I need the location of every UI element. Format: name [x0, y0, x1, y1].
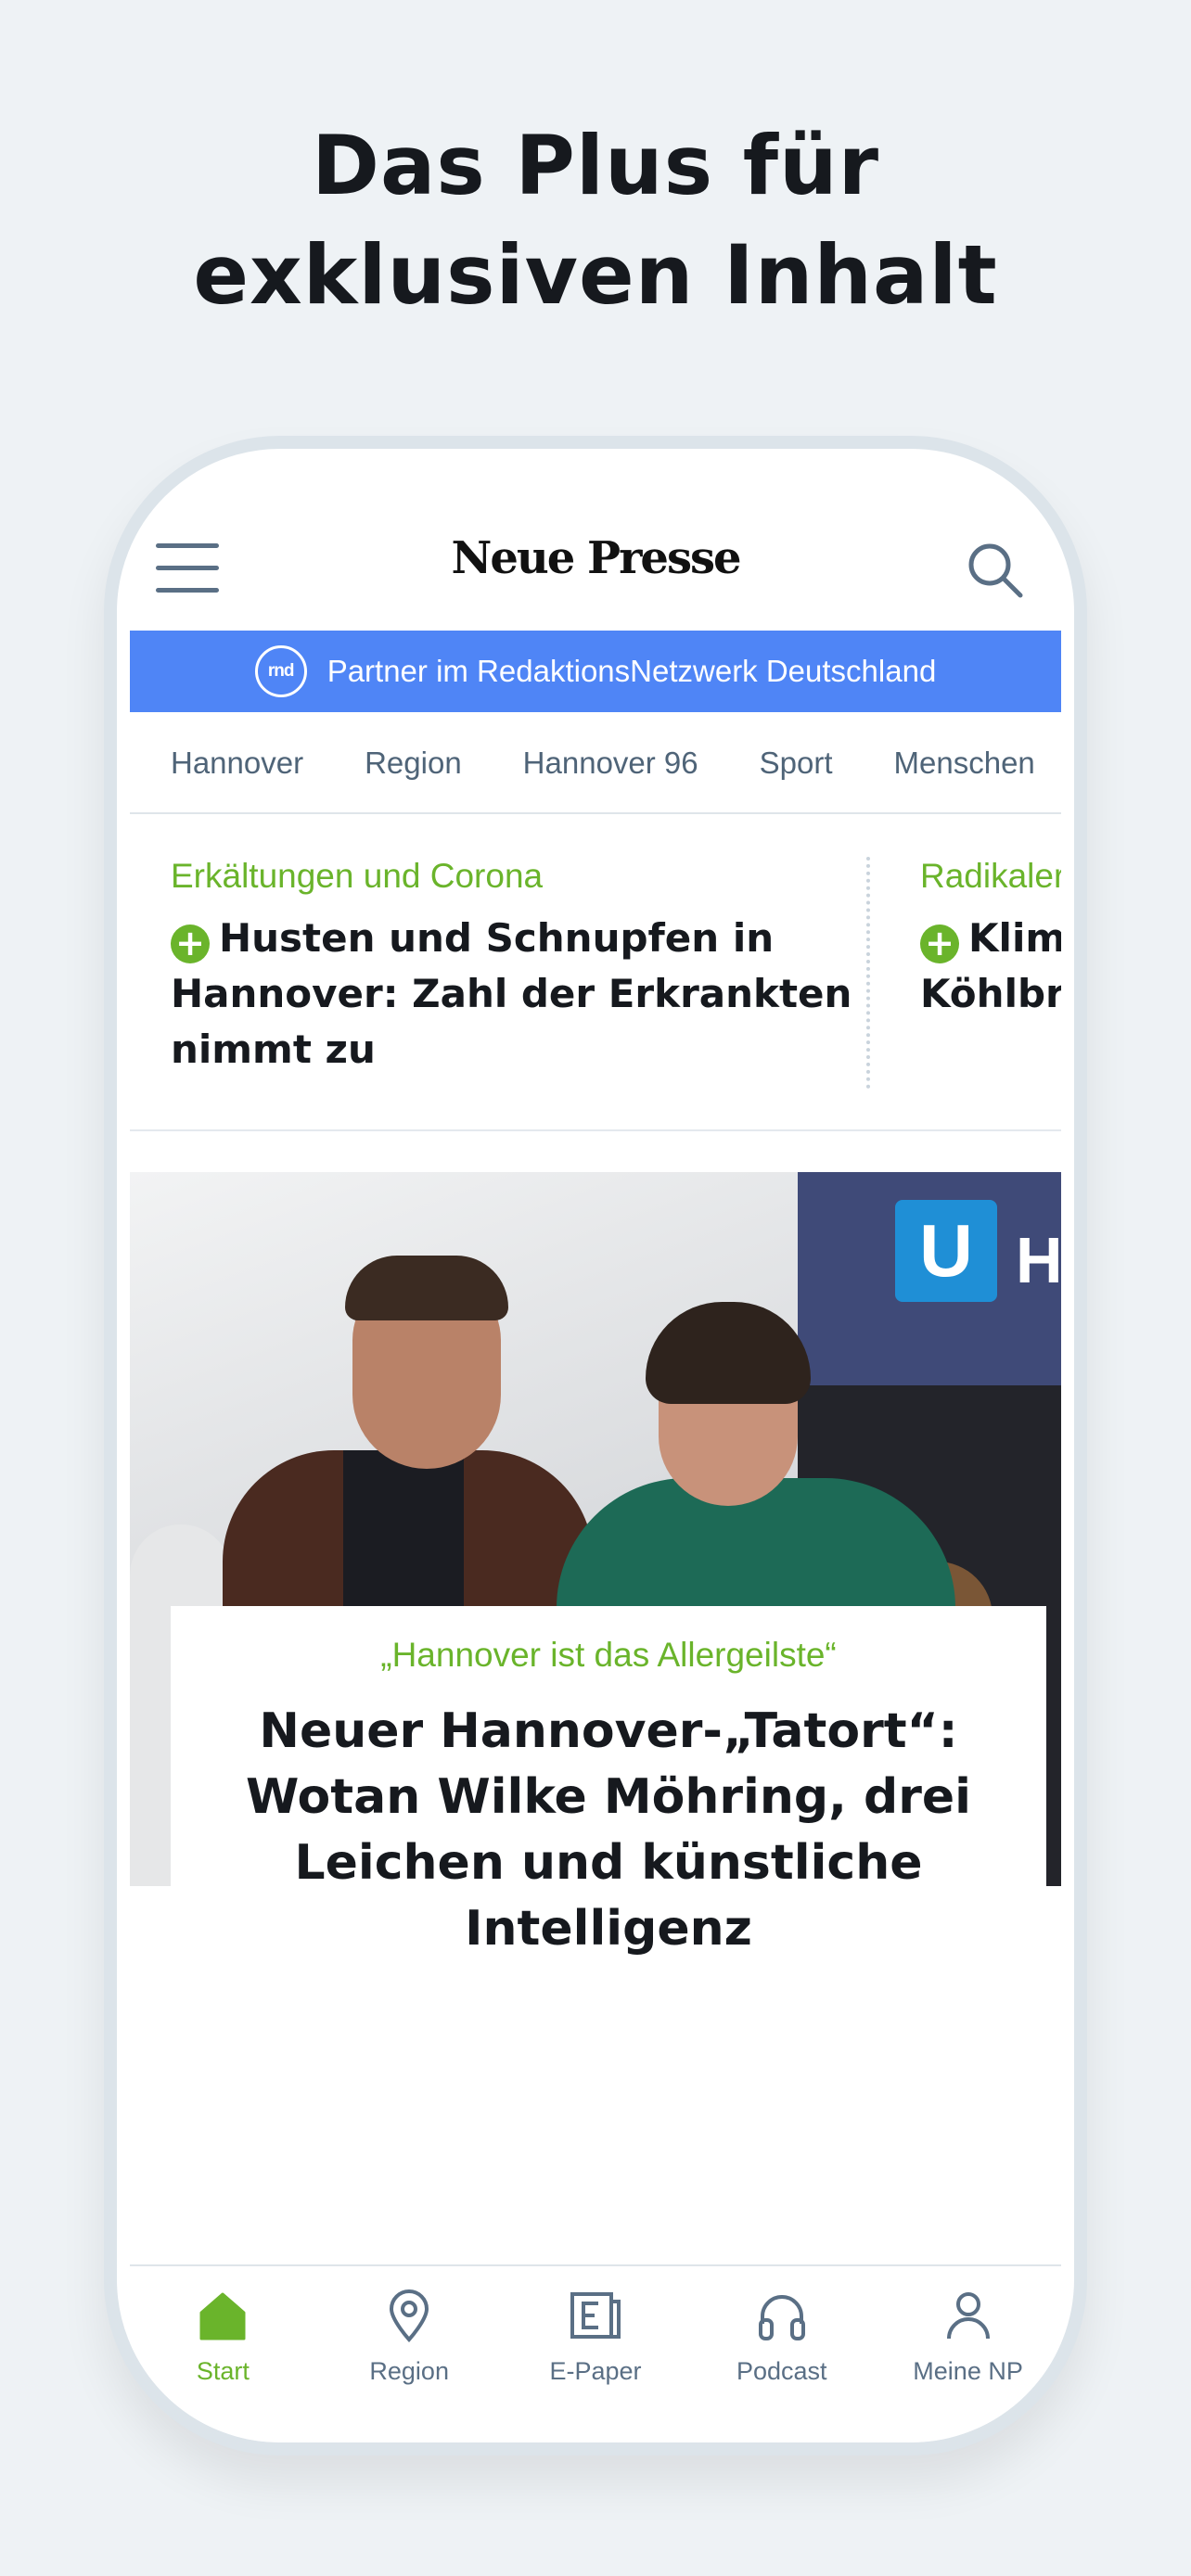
teaser-title: + Husten und Schnupfen in Hannover: Zahl …: [171, 915, 852, 1072]
teaser-kicker: Radikaler: [920, 857, 1061, 895]
promo-headline: Das Plus für exklusiven Inhalt: [0, 111, 1191, 330]
plus-icon: +: [920, 925, 959, 963]
nav-label: Podcast: [736, 2357, 827, 2385]
epaper-icon: [570, 2292, 621, 2339]
plus-icon: +: [171, 925, 210, 963]
phone-frame: Neue Presse rnd Partner im RedaktionsNet…: [104, 436, 1087, 2455]
teaser-card[interactable]: Erkältungen und Corona + Husten und Schnu…: [171, 857, 876, 1078]
tab-region[interactable]: Region: [365, 712, 462, 812]
nav-label: Meine NP: [913, 2357, 1023, 2385]
nav-region[interactable]: Region: [316, 2287, 502, 2442]
teaser-carousel: Erkältungen und Corona + Husten und Schnu…: [130, 816, 1061, 1131]
app-bar: Neue Presse: [130, 504, 1061, 625]
user-icon: [946, 2292, 990, 2340]
home-icon: [199, 2292, 246, 2340]
app-logo[interactable]: Neue Presse: [130, 532, 1061, 584]
nav-label: Start: [196, 2357, 250, 2385]
ubahn-sign: U: [895, 1200, 997, 1302]
nav-epaper[interactable]: E-Paper: [503, 2287, 688, 2442]
bottom-navigation: Start Region E-Paper Podcast Meine NP: [130, 2264, 1061, 2442]
teaser-divider: [866, 857, 870, 1089]
partner-bar[interactable]: rnd Partner im RedaktionsNetzwerk Deutsc…: [130, 631, 1061, 712]
search-icon[interactable]: [965, 540, 1024, 599]
teaser-title: +Klima Köhlbrai: [920, 915, 1061, 1016]
promo-headline-line2: exklusiven Inhalt: [193, 227, 998, 323]
location-pin-icon: [390, 2289, 429, 2342]
headphones-icon: [758, 2295, 805, 2340]
hero-title: Neuer Hannover-„Tatort“: Wotan Wilke Möh…: [246, 1703, 971, 1957]
tab-menschen[interactable]: Menschen: [894, 712, 1035, 812]
tab-sport[interactable]: Sport: [760, 712, 833, 812]
app-screen: Neue Presse rnd Partner im RedaktionsNet…: [117, 449, 1074, 2442]
nav-podcast[interactable]: Podcast: [689, 2287, 875, 2442]
station-sign-text: H: [1016, 1224, 1061, 1296]
nav-label: E-Paper: [549, 2357, 642, 2385]
promo-headline-line1: Das Plus für: [311, 118, 880, 213]
nav-start[interactable]: Start: [130, 2287, 315, 2442]
hero-caption-card[interactable]: „Hannover ist das Allergeilste“ Neuer Ha…: [171, 1606, 1046, 1962]
hero-kicker: „Hannover ist das Allergeilste“: [380, 1636, 837, 1674]
teaser-kicker: Erkältungen und Corona: [171, 857, 544, 895]
rnd-logo: rnd: [254, 645, 307, 697]
partner-bar-text: Partner im RedaktionsNetzwerk Deutschlan…: [327, 654, 937, 688]
teaser-card[interactable]: Radikaler +Klima Köhlbrai: [920, 857, 1061, 1022]
nav-meine-np[interactable]: Meine NP: [876, 2287, 1061, 2442]
tab-hannover[interactable]: Hannover: [171, 712, 303, 812]
tab-hannover-96[interactable]: Hannover 96: [523, 712, 698, 812]
category-tabs: Hannover Region Hannover 96 Sport Menschen: [130, 712, 1061, 814]
nav-label: Region: [369, 2357, 449, 2385]
